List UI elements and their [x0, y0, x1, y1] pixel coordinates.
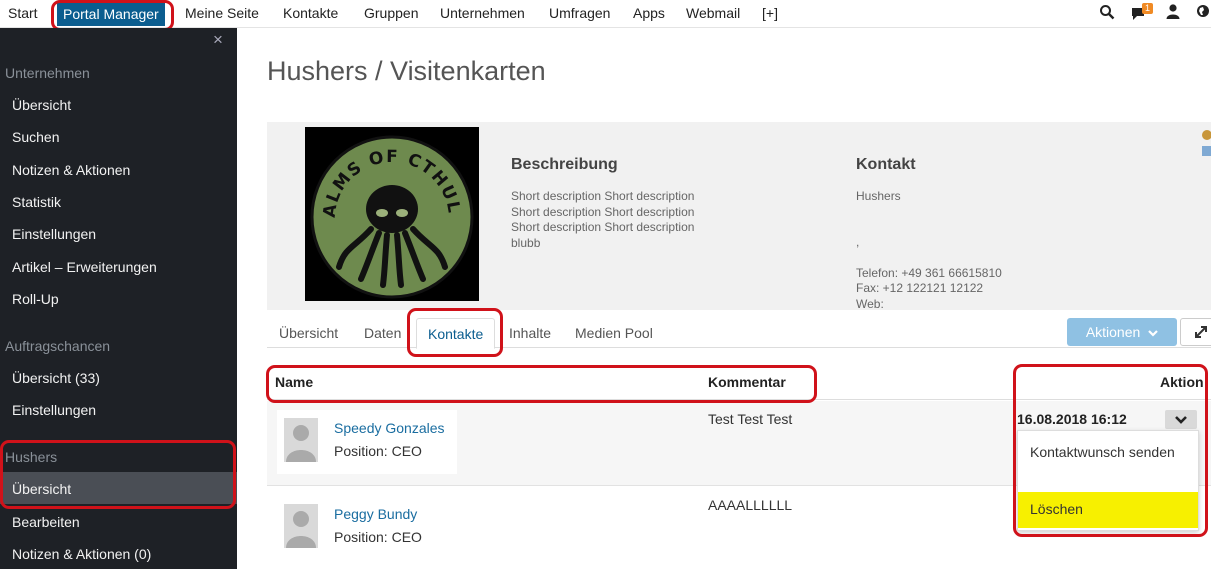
search-icon[interactable]: [1099, 4, 1117, 22]
sidebar-item-hushers-notizen[interactable]: Notizen & Aktionen (0): [12, 546, 151, 562]
nav-apps[interactable]: Apps: [633, 0, 665, 28]
sidebar-item-notizen[interactable]: Notizen & Aktionen: [12, 162, 130, 178]
tab-medien-pool[interactable]: Medien Pool: [575, 325, 653, 341]
aktionen-label: Aktionen: [1085, 324, 1141, 340]
contact-position: Position: CEO: [334, 443, 422, 459]
avatar: [284, 504, 318, 548]
sidebar-item-suchen[interactable]: Suchen: [12, 129, 59, 145]
nav-meine-seite[interactable]: Meine Seite: [185, 0, 259, 28]
nav-add[interactable]: [+]: [762, 0, 778, 28]
nav-umfragen[interactable]: Umfragen: [549, 0, 610, 28]
contact-person: Speedy Gonzales Position: CEO: [277, 410, 457, 474]
aktionen-button[interactable]: Aktionen: [1067, 318, 1177, 346]
contact-name: Hushers: [856, 189, 901, 203]
tab-uebersicht[interactable]: Übersicht: [279, 325, 338, 341]
contact-comment: Test Test Test: [708, 411, 793, 427]
contact-name-link[interactable]: Speedy Gonzales: [334, 420, 445, 436]
notification-badge: 1: [1142, 3, 1154, 14]
nav-kontakte[interactable]: Kontakte: [283, 0, 338, 28]
business-card: REALMS OF CTHULHU Beschreibung Short des…: [267, 112, 1211, 311]
sidebar: × Unternehmen Übersicht Suchen Notizen &…: [0, 28, 237, 569]
vcard-icon[interactable]: [1202, 130, 1211, 140]
sidebar-item-bearbeiten[interactable]: Bearbeiten: [12, 514, 80, 530]
sidebar-item-auftrag-einstellungen[interactable]: Einstellungen: [12, 402, 96, 418]
description-text: Short description Short description Shor…: [511, 189, 695, 250]
expand-icon: [1195, 326, 1207, 338]
avatar: [284, 418, 318, 462]
contact-datetime: 16.08.2018 16:12: [1017, 411, 1127, 427]
sidebar-section-auftragschancen: Auftragschancen: [5, 338, 111, 354]
company-logo: REALMS OF CTHULHU: [297, 112, 479, 301]
contact-heading: Kontakt: [856, 156, 916, 173]
contact-fax: Fax: +12 122121 12122: [856, 281, 984, 295]
row-actions-toggle[interactable]: [1165, 410, 1197, 429]
chevron-down-icon: [1175, 416, 1187, 424]
nav-portal-manager[interactable]: Portal Manager: [57, 2, 165, 26]
page-title: Hushers / Visitenkarten: [267, 56, 546, 86]
contact-person: Peggy Bundy Position: CEO: [277, 496, 457, 560]
table-header: Name Kommentar Aktion: [267, 368, 1211, 400]
tab-daten[interactable]: Daten: [364, 325, 401, 341]
contact-card-icon[interactable]: [1202, 146, 1211, 156]
row-actions-dropdown: Kontaktwunsch senden Löschen: [1017, 430, 1199, 531]
menu-item-kontaktwunsch[interactable]: Kontaktwunsch senden: [1030, 441, 1190, 463]
contact-comment: AAAALLLLLL: [708, 497, 793, 513]
sidebar-section-unternehmen: Unternehmen: [5, 65, 90, 81]
column-header-aktion: Aktion: [1160, 374, 1204, 390]
contact-position: Position: CEO: [334, 529, 422, 545]
sidebar-item-auftrag-uebersicht[interactable]: Übersicht (33): [12, 370, 100, 386]
nav-webmail[interactable]: Webmail: [686, 0, 740, 28]
tab-kontakte[interactable]: Kontakte: [416, 318, 496, 349]
nav-start[interactable]: Start: [8, 0, 38, 28]
sidebar-item-uebersicht[interactable]: Übersicht: [12, 97, 71, 113]
chat-icon[interactable]: 1: [1131, 3, 1154, 22]
sidebar-item-statistik[interactable]: Statistik: [12, 194, 61, 210]
user-icon[interactable]: [1166, 4, 1184, 22]
description-heading: Beschreibung: [511, 156, 618, 173]
contact-name-link[interactable]: Peggy Bundy: [334, 506, 417, 522]
nav-unternehmen[interactable]: Unternehmen: [440, 0, 525, 28]
nav-gruppen[interactable]: Gruppen: [364, 0, 418, 28]
tab-inhalte[interactable]: Inhalte: [509, 325, 551, 341]
chevron-down-icon: [1148, 330, 1158, 337]
contact-phone: Telefon: +49 361 66615810: [856, 266, 1002, 280]
menu-item-loeschen[interactable]: Löschen: [1018, 492, 1198, 528]
expand-button[interactable]: [1180, 318, 1211, 346]
sidebar-item-einstellungen[interactable]: Einstellungen: [12, 226, 96, 242]
column-header-kommentar[interactable]: Kommentar: [708, 374, 786, 390]
close-icon[interactable]: ×: [213, 30, 223, 50]
sidebar-item-rollup[interactable]: Roll-Up: [12, 291, 59, 307]
sidebar-item-hushers-uebersicht[interactable]: Übersicht: [12, 481, 71, 497]
contact-address-separator: ,: [856, 235, 860, 249]
globe-icon[interactable]: [1196, 4, 1211, 22]
sidebar-item-artikel[interactable]: Artikel – Erweiterungen: [12, 259, 157, 275]
sidebar-section-hushers: Hushers: [5, 449, 58, 465]
column-header-name[interactable]: Name: [275, 374, 313, 390]
top-navigation-bar: Start Portal Manager Meine Seite Kontakt…: [0, 0, 1211, 28]
